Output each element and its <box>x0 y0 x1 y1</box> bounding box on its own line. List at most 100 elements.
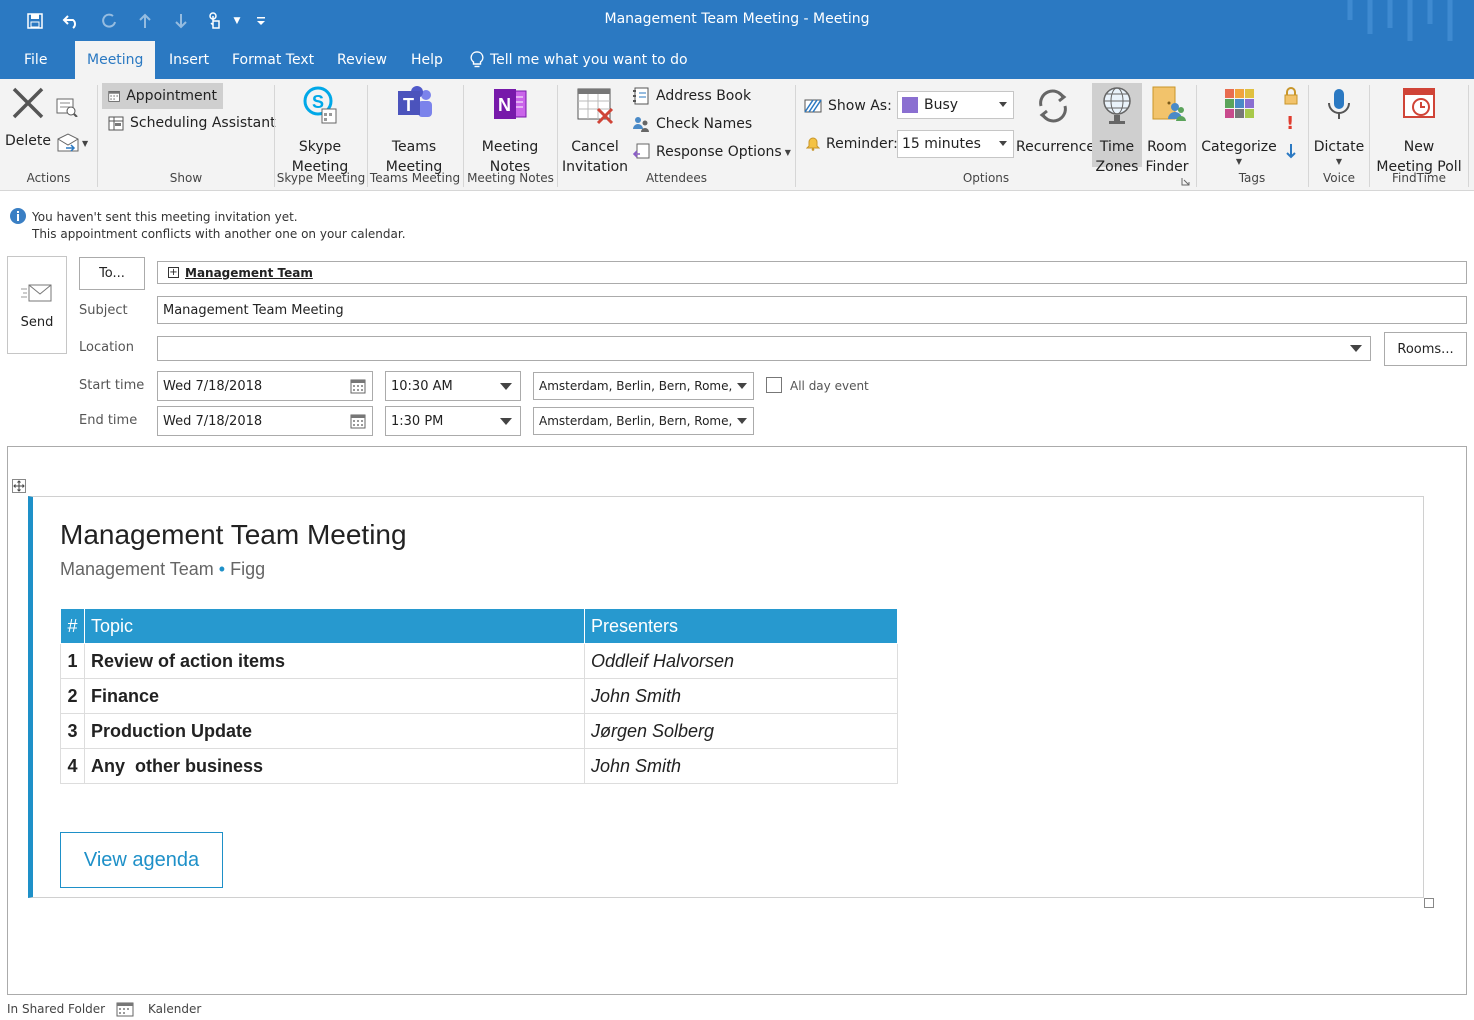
row-topic: Any other business <box>84 748 585 784</box>
status-in-shared-folder: In Shared Folder <box>7 1002 106 1016</box>
row-presenter: Jørgen Solberg <box>584 713 898 749</box>
skype-meeting-button[interactable]: S Skype Meeting <box>280 83 360 177</box>
subject-input[interactable]: Management Team Meeting <box>157 296 1467 324</box>
delete-label: Delete <box>5 133 51 149</box>
table-header-row: # Topic Presenters <box>60 608 898 644</box>
private-lock-icon[interactable] <box>1284 87 1298 108</box>
teams-meeting-button[interactable]: T Teams Meeting <box>374 83 454 177</box>
scheduling-assistant-button[interactable]: Scheduling Assistant <box>108 110 276 136</box>
meeting-notes-button[interactable]: N Meeting Notes <box>470 83 550 177</box>
agenda-subtitle-team: Management Team <box>60 559 214 579</box>
group-label-notes: Meeting Notes <box>467 171 554 185</box>
row-num: 2 <box>60 678 85 714</box>
tab-insert[interactable]: Insert <box>157 41 221 79</box>
scheduling-grid-icon <box>108 116 124 131</box>
recurrence-button[interactable]: Recurrence <box>1016 83 1095 157</box>
dictate-button[interactable]: Dictate ▼ <box>1312 83 1366 167</box>
location-label: Location <box>79 340 134 355</box>
check-names-button[interactable]: Check Names <box>632 111 752 137</box>
table-resize-handle[interactable] <box>1424 898 1434 908</box>
group-label-attendees: Attendees <box>645 171 708 185</box>
start-timezone-select[interactable]: Amsterdam, Berlin, Bern, Rome, S <box>533 372 754 400</box>
to-button[interactable]: To... <box>79 257 145 290</box>
info-bar: You haven't sent this meeting invitation… <box>32 209 406 243</box>
tell-me-search[interactable]: Tell me what you want to do <box>458 41 700 79</box>
show-as-select[interactable]: Busy <box>897 91 1014 119</box>
show-as-icon <box>804 99 822 113</box>
message-body[interactable]: Management Team Meeting Management Team … <box>7 446 1467 995</box>
to-recipient[interactable]: Management Team <box>185 266 313 280</box>
row-topic: Finance <box>84 678 585 714</box>
expand-group-icon[interactable]: + <box>168 267 179 278</box>
end-time-select[interactable]: 1:30 PM <box>385 406 521 436</box>
tab-review[interactable]: Review <box>325 41 399 79</box>
room-finder-button[interactable]: Room Finder <box>1144 83 1190 177</box>
categorize-button[interactable]: Categorize ▼ <box>1200 83 1278 167</box>
rooms-button[interactable]: Rooms... <box>1384 332 1467 366</box>
end-timezone-select[interactable]: Amsterdam, Berlin, Bern, Rome, S <box>533 407 754 435</box>
reminder-select[interactable]: 15 minutes <box>897 130 1014 158</box>
row-presenter: John Smith <box>584 748 898 784</box>
forward-dropdown[interactable]: ▼ <box>56 133 88 153</box>
address-book-icon <box>633 87 649 105</box>
appointment-button[interactable]: Appointment <box>102 83 223 109</box>
end-date-input[interactable]: Wed 7/18/2018 <box>157 406 373 436</box>
show-as-label: Show As: <box>804 93 892 119</box>
calendar-picker-icon[interactable] <box>350 379 366 394</box>
table-move-handle-icon[interactable] <box>12 479 26 493</box>
recurrence-icon <box>1039 89 1067 123</box>
high-importance-icon[interactable]: ! <box>1286 113 1294 134</box>
tab-file[interactable]: File <box>12 41 59 79</box>
location-input[interactable] <box>157 336 1371 361</box>
address-book-button[interactable]: Address Book <box>632 83 751 109</box>
new-meeting-poll-button[interactable]: New Meeting Poll <box>1372 83 1466 177</box>
group-label-show: Show <box>169 171 203 185</box>
tab-help[interactable]: Help <box>399 41 455 79</box>
room-finder-icon <box>1152 86 1186 121</box>
response-options-dropdown[interactable]: Response Options ▼ <box>632 139 791 165</box>
tell-me-text: Tell me what you want to do <box>490 52 688 68</box>
bullet-separator: • <box>218 559 226 579</box>
row-topic: Review of action items <box>84 643 585 679</box>
group-label-options: Options <box>962 171 1010 185</box>
header-num: # <box>60 608 85 644</box>
group-label-voice: Voice <box>1323 171 1355 185</box>
info-not-sent: You haven't sent this meeting invitation… <box>32 210 298 224</box>
calendar-picker-icon[interactable] <box>350 414 366 429</box>
send-button[interactable]: Send <box>7 256 67 354</box>
agenda-title: Management Team Meeting <box>60 519 407 550</box>
all-day-checkbox[interactable] <box>766 377 782 393</box>
window-title: Management Team Meeting - Meeting <box>604 11 870 27</box>
row-topic: Production Update <box>84 713 585 749</box>
title-bar: ▼ Management Team Meeting - Meeting <box>0 0 1474 41</box>
tab-meeting[interactable]: Meeting <box>75 41 155 79</box>
agenda-card: Management Team Meeting Management Team … <box>28 496 1424 898</box>
options-dialog-launcher-icon[interactable] <box>1181 175 1190 189</box>
location-dropdown-arrow[interactable] <box>1350 345 1362 352</box>
to-field[interactable]: + Management Team <box>157 261 1467 284</box>
row-num: 1 <box>60 643 85 679</box>
forward-envelope-icon <box>57 133 79 152</box>
ignore-icon[interactable] <box>56 97 78 120</box>
reminder-label: Reminder: <box>806 131 898 157</box>
start-date-input[interactable]: Wed 7/18/2018 <box>157 371 373 401</box>
lightbulb-icon <box>470 51 484 68</box>
onenote-icon: N <box>494 89 527 119</box>
delete-button[interactable]: Delete <box>4 83 52 151</box>
time-zones-button[interactable]: Time Zones <box>1092 83 1142 175</box>
categorize-icon <box>1225 89 1254 118</box>
start-time-select[interactable]: 10:30 AM <box>385 371 521 401</box>
decorative-lines-icon <box>1347 0 1453 41</box>
cancel-invitation-button[interactable]: Cancel Invitation <box>560 83 630 177</box>
group-label-actions: Actions <box>26 171 71 185</box>
ribbon-separator <box>1468 85 1469 187</box>
cancel-calendar-icon <box>577 88 614 125</box>
low-importance-icon[interactable] <box>1285 143 1297 162</box>
folder-calendar-icon <box>116 1001 134 1020</box>
end-time-label: End time <box>79 413 138 428</box>
view-agenda-button[interactable]: View agenda <box>60 832 223 888</box>
status-folder-name: Kalender <box>148 1002 202 1016</box>
svg-text:T: T <box>403 95 414 115</box>
row-presenter: John Smith <box>584 678 898 714</box>
tab-format-text[interactable]: Format Text <box>220 41 326 79</box>
